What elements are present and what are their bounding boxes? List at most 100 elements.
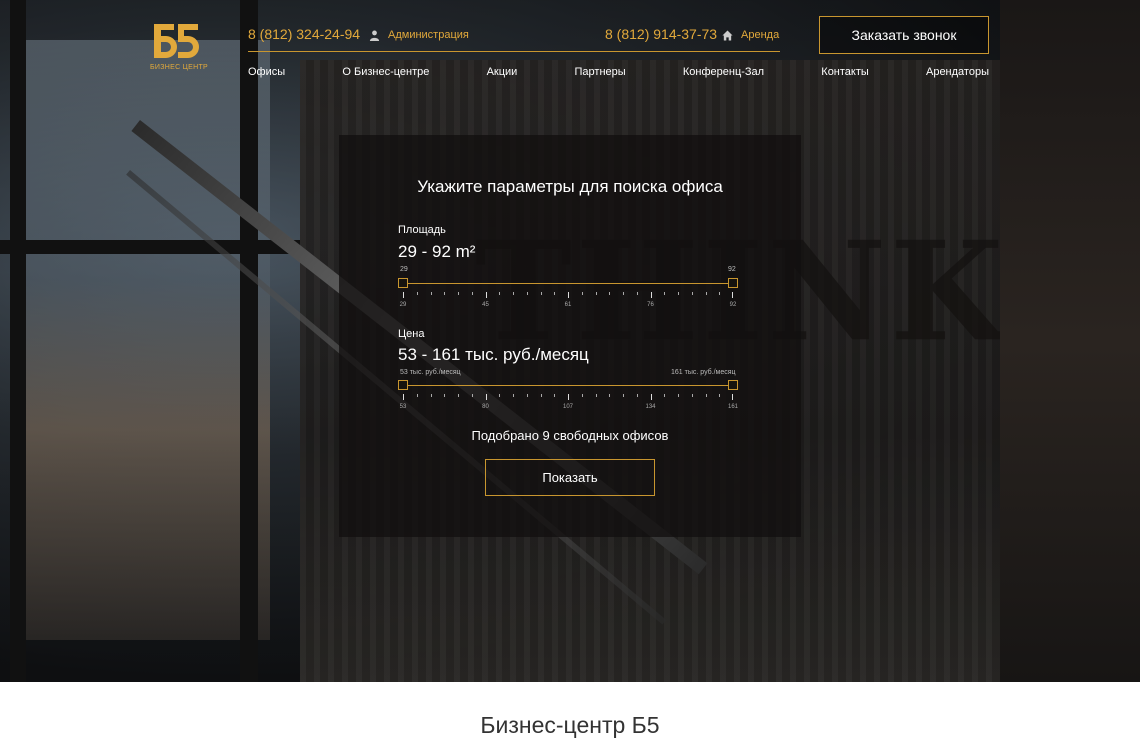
price-max-handle[interactable] [728,380,738,390]
area-max-handle[interactable] [728,278,738,288]
area-min-handle[interactable] [398,278,408,288]
area-scale-tick [540,292,542,295]
area-scale-tick [623,292,624,295]
price-scale-tick [513,394,514,397]
office-search-panel: Укажите параметры для поиска офиса Площа… [339,135,801,537]
price-scale-tick [430,394,432,397]
results-count: Подобрано 9 свободных офисов [471,428,669,443]
price-scale-tick [678,394,679,397]
area-tick-label: 92 [729,302,737,308]
area-scale [403,292,733,302]
nav-item-tenants[interactable]: Арендаторы [926,66,989,78]
area-tick-label: 76 [647,302,654,308]
price-scale-tick [540,394,542,397]
background-frame [240,0,258,682]
nav-item-about[interactable]: О Бизнес-центре [342,66,429,78]
area-scale-tick [416,292,418,295]
price-scale-tick [623,394,624,397]
price-scale-tick [416,394,418,397]
price-slider[interactable] [398,380,738,390]
area-high-label: 92 [728,266,736,273]
price-scale-tick [526,394,528,397]
area-tick-label: 29 [399,302,407,308]
price-scale-tick [471,394,473,397]
nav-item-promotions[interactable]: Акции [487,66,518,78]
price-tick-label: 161 [727,404,739,410]
price-scale-tick [691,394,693,397]
area-scale-tick [664,292,666,295]
logo[interactable]: БИЗНЕС ЦЕНТР [150,22,208,74]
rent-label: Аренда [741,29,780,41]
area-scale-tick [650,292,652,298]
background-frame [10,0,26,682]
contact-bar: 8 (812) 324-24-94 Администрация 8 (812) … [248,26,780,52]
price-scale [403,394,733,404]
nav-item-offices[interactable]: Офисы [248,66,285,78]
price-scale-tick [554,394,556,397]
area-scale-tick [719,292,721,295]
area-scale-tick [636,292,638,295]
price-scale-tick [499,394,501,397]
price-scale-tick [664,394,666,397]
area-tick-label: 61 [564,302,572,308]
area-scale-tick [471,292,473,295]
price-label: Цена [398,328,425,340]
area-tick-label: 45 [482,302,489,308]
person-icon [369,30,380,41]
background-right-wall [1000,0,1140,682]
price-scale-tick [581,394,583,397]
area-scale-tick [678,292,679,295]
rent-link[interactable]: Аренда [722,29,779,41]
price-scale-tick [650,394,652,400]
area-scale-tick [568,292,569,298]
area-label: Площадь [398,224,446,236]
order-call-button[interactable]: Заказать звонок [819,16,989,54]
price-scale-tick [568,394,569,400]
price-scale-tick [732,394,733,400]
area-scale-tick [485,292,487,298]
search-title: Укажите параметры для поиска офиса [417,177,723,196]
price-scale-tick [444,394,446,397]
area-scale-tick [526,292,528,295]
price-scale-labels: 53 80 107 134 161 [399,404,738,414]
administration-label: Администрация [388,29,469,41]
area-scale-tick [513,292,514,295]
phone-rent[interactable]: 8 (812) 914-37-73 [605,26,717,42]
area-scale-tick [691,292,693,295]
administration-link[interactable]: Администрация [369,29,469,41]
main-nav: Офисы О Бизнес-центре Акции Партнеры Кон… [248,66,989,78]
area-scale-tick [609,292,611,295]
area-scale-tick [403,292,404,298]
price-scale-tick [705,394,707,397]
hero-section: THINK! БИЗНЕС ЦЕНТР 8 (812) 324-24-94 Ад… [0,0,1140,682]
price-scale-tick [485,394,487,400]
home-icon [722,29,733,41]
area-scale-tick [444,292,446,295]
area-scale-tick [499,292,501,295]
price-scale-tick [636,394,638,397]
nav-item-contacts[interactable]: Контакты [821,66,869,78]
price-tick-label: 134 [645,404,656,410]
area-scale-tick [595,292,597,295]
nav-item-partners[interactable]: Партнеры [575,66,626,78]
area-scale-tick [732,292,733,298]
price-min-handle[interactable] [398,380,408,390]
price-tick-label: 53 [399,404,407,410]
area-slider[interactable] [398,278,738,288]
nav-item-conference-hall[interactable]: Конференц-Зал [683,66,764,78]
area-low-label: 29 [400,266,408,273]
phone-administration[interactable]: 8 (812) 324-24-94 [248,26,360,42]
price-scale-tick [719,394,721,397]
section-title: Бизнес-центр Б5 [480,712,660,738]
area-scale-tick [458,292,459,295]
price-scale-tick [403,394,404,400]
price-scale-tick [595,394,597,397]
price-scale-tick [458,394,459,397]
show-button[interactable]: Показать [485,459,655,496]
area-scale-tick [430,292,432,295]
price-tick-label: 80 [482,404,489,410]
area-scale-tick [705,292,707,295]
area-scale-tick [554,292,556,295]
logo-text: БИЗНЕС ЦЕНТР [150,64,209,71]
price-value: 53 - 161 тыс. руб./месяц [398,345,589,364]
